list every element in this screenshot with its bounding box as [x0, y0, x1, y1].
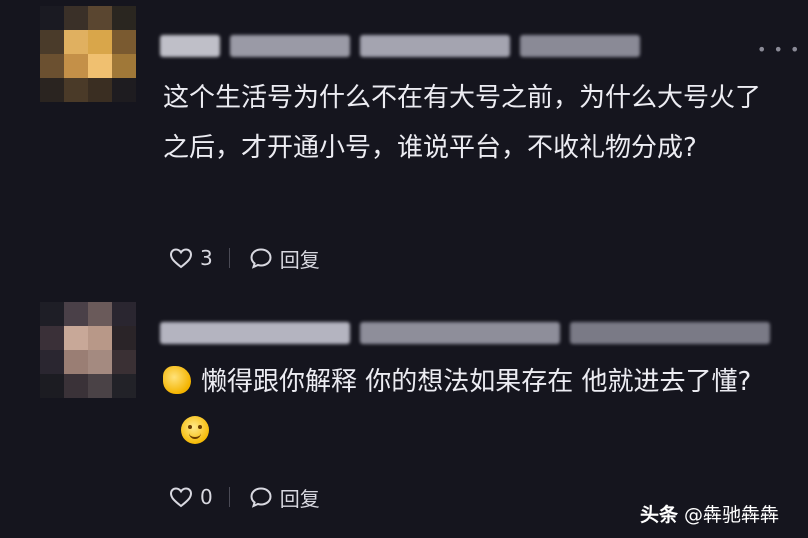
avatar-pixel [112, 78, 136, 102]
username-redaction [230, 35, 350, 57]
username-blurred[interactable] [160, 33, 640, 59]
smiling-face-icon [181, 416, 209, 444]
heart-icon[interactable] [168, 245, 194, 271]
avatar-pixel [88, 78, 112, 102]
divider [228, 487, 230, 507]
comment-text: 懒得跟你解释 你的想法如果存在 他就进去了懂? [163, 357, 783, 457]
comment-text-body: 懒得跟你解释 你的想法如果存在 他就进去了懂? [201, 367, 752, 397]
username-redaction [360, 35, 510, 57]
avatar-pixel [40, 78, 64, 102]
avatar-pixel [112, 6, 136, 30]
comment-text: 这个生活号为什么不在有大号之前，为什么大号火了之后，才开通小号，谁说平台，不收礼… [163, 83, 762, 163]
avatar-pixel [64, 374, 88, 398]
flexed-biceps-icon [163, 366, 191, 394]
more-dots-icon[interactable]: • • • [757, 40, 800, 59]
comment-item: • • • 这个生活号为什么不在有大号之前，为什么大号火了之后，才开通小号，谁说… [0, 0, 808, 300]
reply-button[interactable]: 回复 [280, 244, 320, 273]
avatar-pixel [64, 6, 88, 30]
avatar-pixel [64, 78, 88, 102]
reply-icon[interactable] [248, 484, 274, 510]
like-count: 0 [200, 485, 213, 509]
avatar-pixel [88, 30, 112, 54]
comment-actions: 3 回复 [168, 243, 320, 273]
avatar-pixel [112, 326, 136, 350]
avatar[interactable] [40, 6, 136, 102]
avatar-pixel [40, 374, 64, 398]
avatar-pixel [112, 374, 136, 398]
avatar-pixel [88, 302, 112, 326]
like-count: 3 [200, 246, 213, 270]
avatar-pixel [112, 30, 136, 54]
avatar-pixel [40, 54, 64, 78]
username-redaction [160, 35, 220, 57]
avatar[interactable] [40, 302, 136, 398]
avatar-pixel [64, 326, 88, 350]
reply-icon[interactable] [248, 245, 274, 271]
avatar-pixel [64, 302, 88, 326]
comment-actions: 0 回复 [168, 482, 320, 512]
watermark-brand: 头条 [640, 504, 679, 526]
watermark: 头条 @犇驰犇犇 [640, 500, 779, 527]
avatar-pixel [88, 374, 112, 398]
avatar-pixel [40, 6, 64, 30]
avatar-pixel [64, 30, 88, 54]
avatar-pixel [112, 54, 136, 78]
avatar-pixel [112, 350, 136, 374]
avatar-pixel [88, 6, 112, 30]
username-blurred[interactable] [160, 320, 770, 346]
username-redaction [520, 35, 640, 57]
divider [228, 248, 230, 268]
avatar-pixel [40, 30, 64, 54]
avatar-pixel [40, 326, 64, 350]
avatar-pixel [88, 326, 112, 350]
watermark-handle: @犇驰犇犇 [684, 504, 780, 526]
avatar-pixel [40, 350, 64, 374]
avatar-pixel [88, 54, 112, 78]
username-redaction [160, 322, 350, 344]
avatar-pixel [112, 302, 136, 326]
username-redaction [360, 322, 560, 344]
avatar-pixel [64, 350, 88, 374]
username-redaction [570, 322, 770, 344]
heart-icon[interactable] [168, 484, 194, 510]
avatar-pixel [88, 350, 112, 374]
avatar-pixel [40, 302, 64, 326]
reply-button[interactable]: 回复 [280, 483, 320, 512]
avatar-pixel [64, 54, 88, 78]
